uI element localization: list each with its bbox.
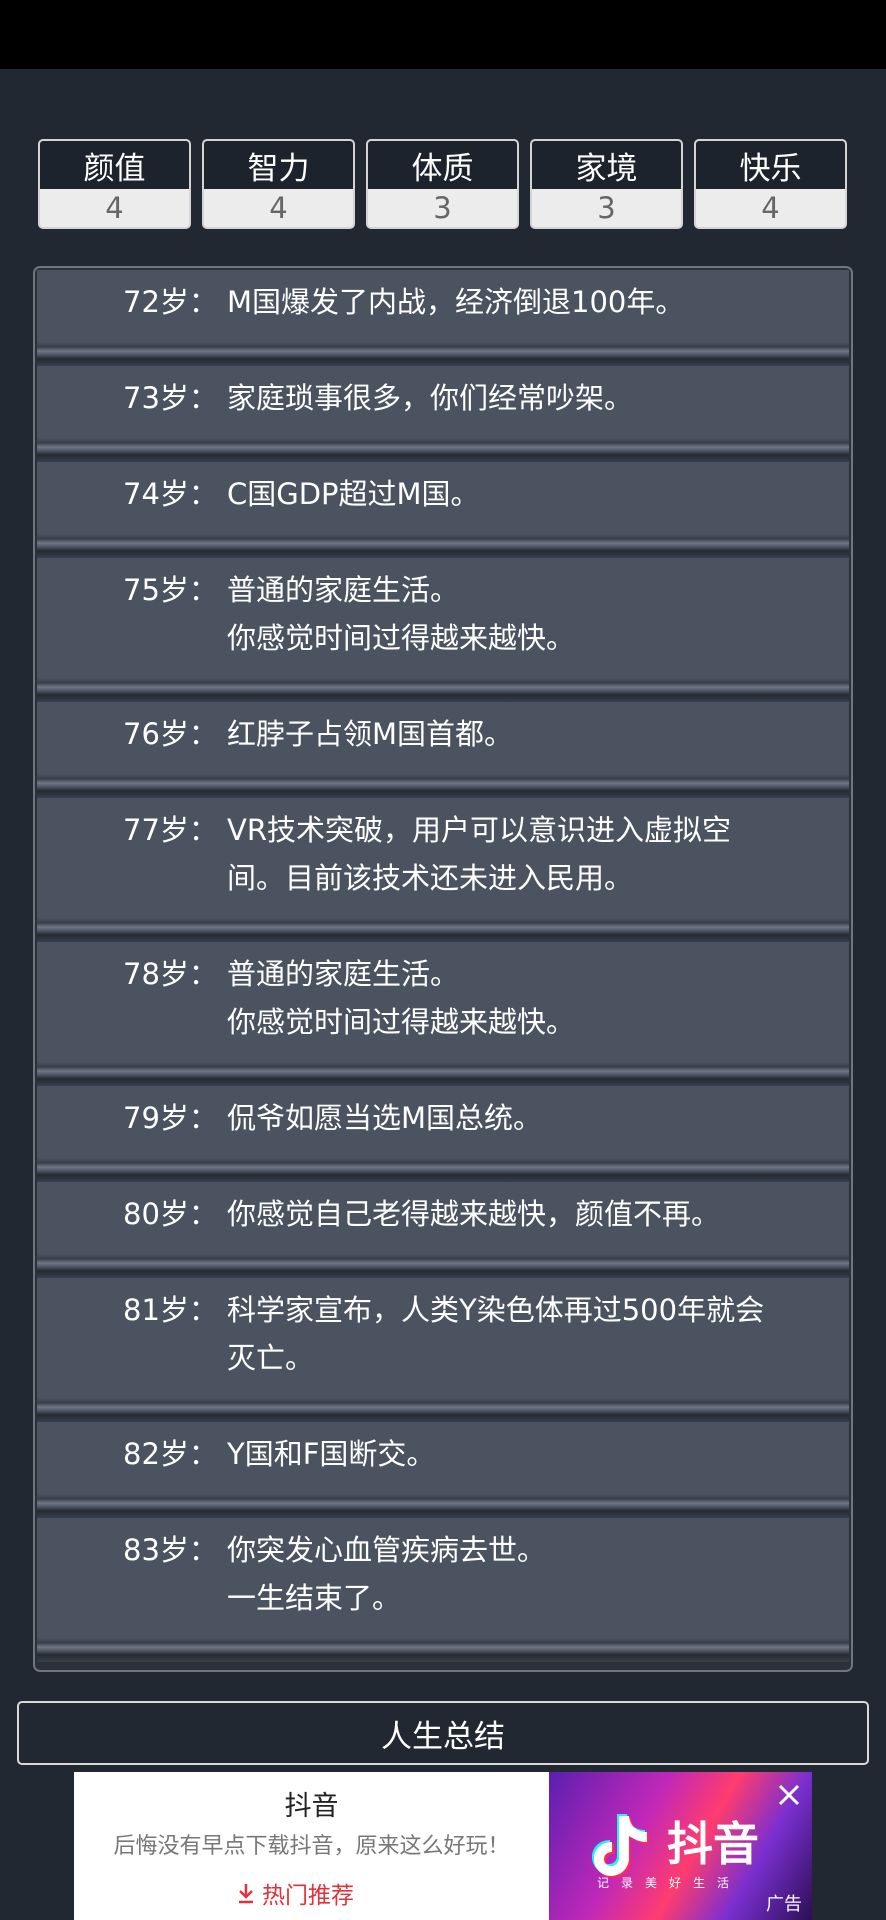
stat-label: 智力 — [204, 141, 353, 189]
stat-value: 3 — [597, 191, 616, 225]
stat-label: 颜值 — [40, 141, 189, 189]
ad-brand: 抖音 — [667, 1817, 759, 1871]
event-separator — [37, 1494, 849, 1518]
event-text: 普通的家庭生活。你感觉时间过得越来越快。 — [227, 566, 851, 662]
download-arrow-icon — [239, 1884, 253, 1904]
event-age: 74岁： — [123, 477, 218, 511]
event-text-line: C国GDP超过M国。 — [227, 477, 480, 511]
event-text: C国GDP超过M国。 — [227, 470, 851, 518]
event-age: 77岁： — [123, 813, 218, 847]
stat-card: 智力 4 — [202, 139, 355, 229]
event-text: Y国和F国断交。 — [227, 1430, 851, 1478]
ad-description: 后悔没有早点下载抖音，原来这么好玩！ — [113, 1834, 510, 1859]
attribute-stats: 颜值 4 智力 4 体质 3 家境 3 快乐 4 — [38, 139, 848, 229]
event-text: 红脖子占领M国首都。 — [227, 710, 851, 758]
event-text-line: 家庭琐事很多，你们经常吵架。 — [227, 381, 634, 415]
event-separator — [37, 1158, 849, 1182]
event-separator — [37, 438, 849, 462]
event-text-line: 你突发心血管疾病去世。 — [227, 1533, 547, 1567]
stat-value: 4 — [269, 191, 288, 225]
stat-label: 体质 — [368, 141, 517, 189]
event-age: 79岁： — [123, 1101, 218, 1135]
stat-value: 4 — [105, 191, 124, 225]
ad-banner[interactable]: 抖音 后悔没有早点下载抖音，原来这么好玩！ 热门推荐 抖音 记录美好生活 广告 — [74, 1772, 812, 1920]
event-text-line: 你感觉时间过得越来越快。 — [227, 1005, 576, 1039]
close-icon[interactable] — [776, 1782, 802, 1808]
event-card: 75岁： 普通的家庭生活。你感觉时间过得越来越快。 — [37, 558, 849, 678]
event-age: 78岁： — [123, 957, 218, 991]
stat-card: 颜值 4 — [38, 139, 191, 229]
ad-badge: 广告 — [766, 1894, 802, 1915]
event-separator — [37, 918, 849, 942]
event-card: 79岁： 侃爷如愿当选M国总统。 — [37, 1086, 849, 1158]
event-age: 76岁： — [123, 717, 218, 751]
event-card: 78岁： 普通的家庭生活。你感觉时间过得越来越快。 — [37, 942, 849, 1062]
event-age: 80岁： — [123, 1197, 218, 1231]
event-text: VR技术突破，用户可以意识进入虚拟空 间。目前该技术还未进入民用。 — [227, 806, 851, 902]
event-text-line: 你感觉自己老得越来越快，颜值不再。 — [227, 1197, 721, 1231]
event-text: M国爆发了内战，经济倒退100年。 — [227, 278, 851, 326]
event-age: 72岁： — [123, 285, 218, 319]
event-card: 80岁： 你感觉自己老得越来越快，颜值不再。 — [37, 1182, 849, 1254]
event-separator — [37, 774, 849, 798]
event-card: 81岁： 科学家宣布，人类Y染色体再过500年就会 灭亡。 — [37, 1278, 849, 1398]
event-text-line: 间。目前该技术还未进入民用。 — [227, 861, 634, 895]
event-age: 83岁： — [123, 1533, 218, 1567]
stat-card: 体质 3 — [366, 139, 519, 229]
event-age: 75岁： — [123, 573, 218, 607]
stat-value: 4 — [761, 191, 780, 225]
event-separator — [37, 1254, 849, 1278]
status-bar — [0, 0, 886, 69]
stat-value: 3 — [433, 191, 452, 225]
event-text: 科学家宣布，人类Y染色体再过500年就会 灭亡。 — [227, 1286, 851, 1382]
event-card: 76岁： 红脖子占领M国首都。 — [37, 702, 849, 774]
event-text-line: 你感觉时间过得越来越快。 — [227, 621, 576, 655]
ad-image[interactable]: 抖音 记录美好生活 广告 — [549, 1772, 812, 1920]
event-text-line: M国爆发了内战，经济倒退100年。 — [227, 285, 685, 319]
event-card: 77岁： VR技术突破，用户可以意识进入虚拟空 间。目前该技术还未进入民用。 — [37, 798, 849, 918]
event-text-line: 侃爷如愿当选M国总统。 — [227, 1101, 543, 1135]
event-text-line: 科学家宣布，人类Y染色体再过500年就会 — [227, 1293, 765, 1327]
event-age: 81岁： — [123, 1293, 218, 1327]
event-text: 侃爷如愿当选M国总统。 — [227, 1094, 851, 1142]
stat-card: 家境 3 — [530, 139, 683, 229]
event-separator — [37, 342, 849, 366]
event-card: 73岁： 家庭琐事很多，你们经常吵架。 — [37, 366, 849, 438]
event-age: 82岁： — [123, 1437, 218, 1471]
ad-cta-link[interactable]: 热门推荐 — [236, 1876, 354, 1910]
event-text: 你感觉自己老得越来越快，颜值不再。 — [227, 1190, 851, 1238]
event-text-line: 红脖子占领M国首都。 — [227, 717, 514, 751]
stat-label: 家境 — [532, 141, 681, 189]
ad-title: 抖音 — [284, 1791, 339, 1822]
event-text: 家庭琐事很多，你们经常吵架。 — [227, 374, 851, 422]
event-separator — [37, 1638, 849, 1662]
event-separator — [37, 1398, 849, 1422]
event-card: 82岁： Y国和F国断交。 — [37, 1422, 849, 1494]
stat-label: 快乐 — [696, 141, 845, 189]
ad-slogan: 记录美好生活 — [597, 1876, 742, 1890]
event-text-line: 普通的家庭生活。 — [227, 573, 460, 607]
event-text: 普通的家庭生活。你感觉时间过得越来越快。 — [227, 950, 851, 1046]
douyin-note-icon — [592, 1814, 649, 1878]
ad-cta-label: 热门推荐 — [262, 1883, 354, 1909]
life-events-list[interactable]: 72岁： M国爆发了内战，经济倒退100年。 73岁： 家庭琐事很多，你们经常吵架。 7… — [33, 266, 853, 1672]
event-age: 73岁： — [123, 381, 218, 415]
event-separator — [37, 1062, 849, 1086]
event-separator — [37, 534, 849, 558]
stat-card: 快乐 4 — [694, 139, 847, 229]
event-card: 74岁： C国GDP超过M国。 — [37, 462, 849, 534]
event-text-line: Y国和F国断交。 — [227, 1437, 436, 1471]
event-text-line: 普通的家庭生活。 — [227, 957, 460, 991]
event-text-line: 灭亡。 — [227, 1341, 315, 1375]
event-separator — [37, 678, 849, 702]
event-text-line: VR技术突破，用户可以意识进入虚拟空 — [227, 813, 731, 847]
event-card: 83岁： 你突发心血管疾病去世。 一生结束了。 — [37, 1518, 849, 1638]
event-text-line: 一生结束了。 — [227, 1581, 402, 1615]
life-summary-button[interactable]: 人生总结 — [17, 1701, 869, 1765]
event-card: 72岁： M国爆发了内战，经济倒退100年。 — [37, 270, 849, 342]
event-text: 你突发心血管疾病去世。 一生结束了。 — [227, 1526, 851, 1622]
